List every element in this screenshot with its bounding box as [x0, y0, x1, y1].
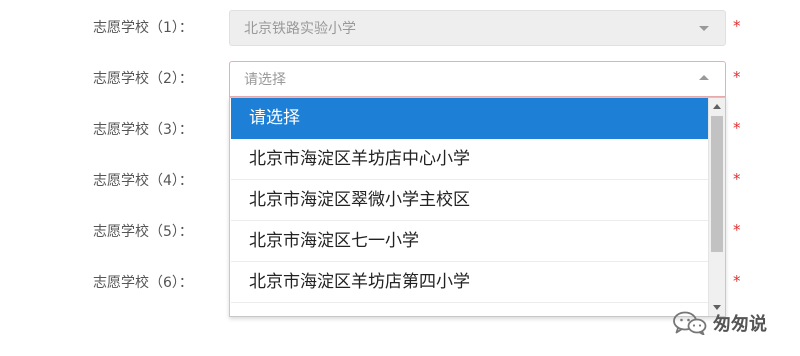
required-star-5: * — [733, 221, 741, 239]
required-star-2: * — [733, 68, 741, 86]
row-label-2: 志愿学校（2）： — [93, 71, 193, 87]
row-label-5: 志愿学校（5）： — [93, 224, 193, 240]
dropdown-option[interactable]: 北京市海淀区七一小学 — [231, 221, 708, 262]
row-label-3: 志愿学校（3）： — [93, 122, 193, 138]
row-label-6: 志愿学校（6）： — [93, 275, 193, 291]
chevron-up-icon — [699, 75, 709, 80]
watermark-text: 匆匆说 — [713, 314, 767, 335]
required-star-6: * — [733, 272, 741, 290]
required-star-4: * — [733, 170, 741, 188]
chevron-down-icon — [699, 26, 709, 31]
school-select-2[interactable]: 请选择 — [229, 61, 726, 97]
dropdown-option[interactable]: 请选择 — [231, 98, 708, 139]
required-star-1: * — [733, 17, 741, 35]
school-select-1: 北京铁路实验小学 — [229, 10, 726, 46]
dropdown-option[interactable]: 北京市海淀区翠微小学主校区 — [231, 180, 708, 221]
wechat-logo-icon — [673, 311, 707, 335]
dropdown-scrollbar[interactable] — [708, 98, 725, 316]
row-label-4: 志愿学校（4）： — [93, 173, 193, 189]
school-select-2-placeholder: 请选择 — [244, 72, 286, 88]
dropdown-option[interactable]: 北京市海淀区羊坊店第四小学 — [231, 262, 708, 303]
required-star-3: * — [733, 119, 741, 137]
scroll-up-icon[interactable] — [713, 104, 721, 109]
watermark: 匆匆说 — [672, 309, 767, 337]
scrollbar-thumb[interactable] — [711, 116, 723, 252]
school-dropdown-list: 请选择 北京市海淀区羊坊店中心小学 北京市海淀区翠微小学主校区 北京市海淀区七一… — [229, 97, 726, 317]
row-label-1: 志愿学校（1）： — [93, 20, 193, 36]
school-select-1-value: 北京铁路实验小学 — [244, 21, 356, 37]
dropdown-option[interactable]: 北京市海淀区羊坊店中心小学 — [231, 139, 708, 180]
